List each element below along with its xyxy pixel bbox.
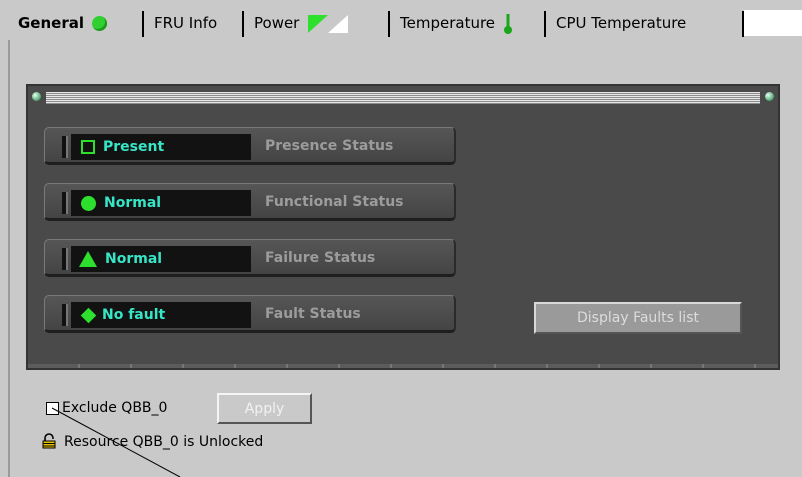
functional-label: Functional Status <box>265 193 404 210</box>
tab-temperature[interactable]: Temperature <box>390 10 546 37</box>
tab-bar: General FRU Info Power Temperature CPU T… <box>0 0 802 40</box>
tab-fru-info[interactable]: FRU Info <box>144 10 244 37</box>
power-triangle-icon <box>307 13 349 33</box>
tab-label: General <box>18 14 84 32</box>
functional-value: Normal <box>104 195 162 211</box>
status-value-box: Present <box>71 134 251 160</box>
content-left-border <box>8 40 10 477</box>
exclude-label: Exclude QBB_0 <box>62 400 168 416</box>
fault-value: No fault <box>102 307 166 323</box>
display-faults-list-button[interactable]: Display Faults list <box>534 302 742 334</box>
rivet-icon <box>765 92 774 101</box>
fault-label: Fault Status <box>265 305 361 322</box>
presence-label: Presence Status <box>265 137 394 154</box>
status-value-box: Normal <box>71 190 251 216</box>
tab-label: Power <box>254 14 300 32</box>
rivet-icon <box>32 92 41 101</box>
status-row-fault: No fault Fault Status <box>44 295 456 333</box>
status-value-box: No fault <box>71 302 251 328</box>
square-outline-icon <box>81 140 95 154</box>
triangle-icon <box>79 251 97 267</box>
status-panel: Present Presence Status Normal Functiona… <box>26 84 780 370</box>
tab-general[interactable]: General <box>8 10 144 37</box>
tab-cpu-temperature[interactable]: CPU Temperature <box>546 10 744 37</box>
lock-status-text: Resource QBB_0 is Unlocked <box>64 434 264 450</box>
tab-power[interactable]: Power <box>244 10 390 37</box>
tab-overflow-area <box>744 10 802 36</box>
panel-bottom-edge <box>28 364 778 368</box>
tab-label: Temperature <box>400 14 496 32</box>
exclude-checkbox[interactable] <box>46 402 59 415</box>
unlocked-lock-icon <box>41 433 57 449</box>
green-status-dot-icon <box>92 15 107 31</box>
status-row-failure: Normal Failure Status <box>44 239 456 277</box>
failure-label: Failure Status <box>265 249 376 266</box>
status-row-presence: Present Presence Status <box>44 127 456 165</box>
circle-icon <box>81 195 96 211</box>
diamond-icon <box>80 307 97 323</box>
apply-button[interactable]: Apply <box>217 393 312 424</box>
status-row-functional: Normal Functional Status <box>44 183 456 221</box>
thermometer-icon <box>503 13 513 34</box>
failure-value: Normal <box>105 251 163 267</box>
presence-value: Present <box>103 139 165 155</box>
status-value-box: Normal <box>71 246 251 272</box>
tab-label: FRU Info <box>154 14 218 32</box>
panel-rail <box>46 92 760 104</box>
tab-label: CPU Temperature <box>556 14 687 32</box>
